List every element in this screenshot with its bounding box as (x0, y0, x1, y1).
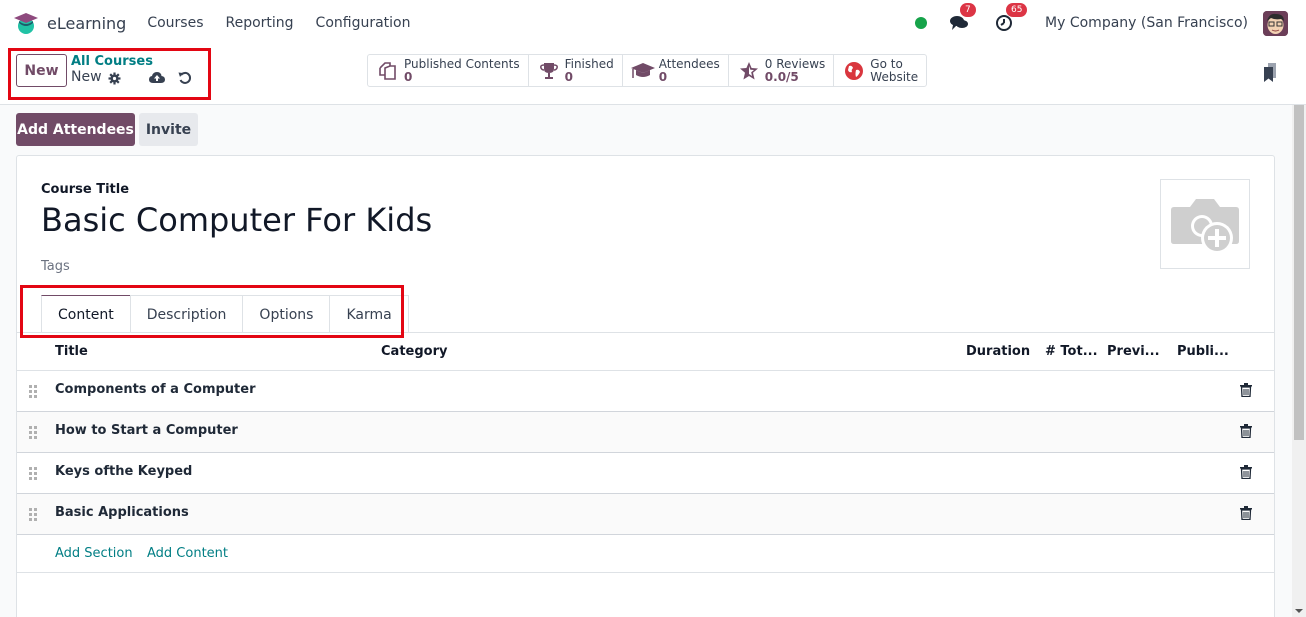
discard-undo-icon[interactable] (178, 71, 192, 89)
page-scrollbar[interactable] (1292, 105, 1306, 617)
trash-icon[interactable] (1240, 465, 1252, 480)
breadcrumb-current: New (71, 69, 102, 85)
messages-badge: 7 (960, 3, 976, 17)
reviews-button[interactable]: 0 Reviews 0.0/5 (729, 55, 835, 86)
column-preview[interactable]: Previ... (1107, 344, 1160, 359)
scroll-down-arrow-icon[interactable] (1295, 609, 1303, 613)
stat-value: 0.0/5 (764, 69, 799, 84)
column-total[interactable]: # Tot... (1045, 344, 1098, 359)
drag-handle-icon[interactable] (28, 425, 38, 439)
row-title[interactable]: Basic Applications (55, 505, 189, 520)
add-content-link[interactable]: Add Content (147, 546, 228, 561)
activities-button[interactable]: 65 (995, 3, 1028, 33)
stat-label: Published Contents (404, 56, 520, 71)
table-row[interactable]: How to Start a Computer (17, 412, 1274, 453)
stat-value: 0 (564, 69, 573, 84)
camera-add-icon (1171, 199, 1239, 254)
trophy-icon (537, 60, 561, 82)
menu-courses[interactable]: Courses (147, 15, 203, 31)
stat-value: Website (870, 69, 919, 84)
scroll-thumb[interactable] (1294, 105, 1304, 440)
drag-handle-icon[interactable] (28, 466, 38, 480)
graduation-cap-icon (630, 60, 655, 82)
column-duration[interactable]: Duration (966, 344, 1030, 359)
go-to-website-button[interactable]: Go to Website (834, 55, 926, 86)
course-title-input[interactable]: Basic Computer For Kids (41, 201, 432, 239)
control-panel: New All Courses New Published Contents 0 … (0, 46, 1306, 105)
stat-label: Go to (870, 56, 903, 71)
column-title[interactable]: Title (55, 344, 88, 359)
row-title[interactable]: Keys ofthe Keyped (55, 464, 192, 479)
save-cloud-icon[interactable] (149, 71, 165, 88)
table-body: Components of a Computer How to Start a … (17, 371, 1274, 535)
table-row[interactable]: Components of a Computer (17, 371, 1274, 412)
course-image-upload[interactable] (1160, 179, 1250, 269)
tags-input[interactable]: Tags (41, 259, 70, 274)
finished-button[interactable]: Finished 0 (529, 55, 623, 86)
avatar-icon (1263, 10, 1288, 36)
column-published[interactable]: Publi... (1177, 344, 1229, 359)
published-contents-button[interactable]: Published Contents 0 (368, 55, 529, 86)
trash-icon[interactable] (1240, 506, 1252, 521)
globe-icon (842, 60, 866, 82)
table-row[interactable]: Basic Applications (17, 494, 1274, 535)
row-title[interactable]: How to Start a Computer (55, 423, 238, 438)
new-button[interactable]: New (16, 54, 67, 87)
invite-button[interactable]: Invite (139, 113, 198, 146)
add-section-link[interactable]: Add Section (55, 546, 133, 561)
form-sheet: Course Title Basic Computer For Kids Tag… (16, 155, 1275, 617)
tabs-highlight-annotation (20, 285, 404, 338)
stat-label: Attendees (658, 56, 720, 71)
messages-button[interactable]: 7 (949, 3, 976, 33)
gear-icon[interactable] (108, 72, 121, 89)
bookmark-icon[interactable] (1262, 63, 1278, 83)
app-name: eLearning (47, 13, 127, 33)
activities-badge: 65 (1006, 3, 1028, 17)
company-switcher[interactable]: My Company (San Francisco) (1045, 15, 1248, 31)
table-header: Title Category Duration # Tot... Previ..… (17, 333, 1274, 371)
user-avatar[interactable] (1263, 10, 1288, 36)
menu-reporting[interactable]: Reporting (225, 15, 293, 31)
app-brand[interactable]: eLearning (13, 11, 126, 35)
systray: 7 65 My Company (San Francisco) (915, 0, 1288, 46)
content-table: Title Category Duration # Tot... Previ..… (17, 333, 1274, 573)
add-attendees-button[interactable]: Add Attendees (16, 113, 135, 146)
column-category[interactable]: Category (381, 344, 447, 359)
top-navbar: eLearning Courses Reporting Configuratio… (0, 0, 1306, 46)
table-row[interactable]: Keys ofthe Keyped (17, 453, 1274, 494)
documents-icon (376, 60, 400, 82)
star-icon (737, 60, 761, 82)
stat-value: 0 (658, 69, 668, 84)
drag-handle-icon[interactable] (28, 384, 38, 398)
menu-configuration[interactable]: Configuration (316, 15, 411, 31)
drag-handle-icon[interactable] (28, 507, 38, 521)
add-line-row: Add Section Add Content (17, 535, 1274, 573)
attendees-button[interactable]: Attendees 0 (623, 55, 729, 86)
stat-value: 0 (404, 69, 413, 84)
course-title-label: Course Title (41, 182, 130, 197)
stat-label: 0 Reviews (764, 56, 826, 71)
online-status-icon (915, 17, 928, 29)
trash-icon[interactable] (1240, 424, 1252, 439)
row-title[interactable]: Components of a Computer (55, 382, 256, 397)
elearning-logo-icon (13, 11, 39, 35)
main-menu: Courses Reporting Configuration (147, 15, 432, 31)
stat-label: Finished (564, 56, 614, 71)
trash-icon[interactable] (1240, 383, 1252, 398)
breadcrumb-all-courses[interactable]: All Courses (71, 54, 153, 69)
smart-buttons: Published Contents 0 Finished 0 Attendees 0… (367, 54, 928, 87)
